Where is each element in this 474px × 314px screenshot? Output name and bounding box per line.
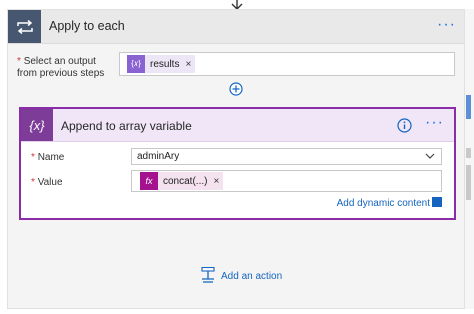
select-output-label: * Select an output from previous steps xyxy=(17,56,104,80)
apply-to-each-header[interactable]: Apply to each ··· xyxy=(8,10,464,44)
select-output-label-line1: Select an output xyxy=(23,56,96,67)
results-token-label: results xyxy=(150,58,180,70)
apply-to-each-title: Apply to each xyxy=(49,19,125,33)
required-marker: * xyxy=(31,177,35,188)
add-step-icon[interactable] xyxy=(229,82,243,96)
concat-token[interactable]: fx concat(...) × xyxy=(140,172,224,190)
value-label: * Value xyxy=(31,177,63,189)
dynamic-content-icon[interactable] xyxy=(432,197,442,207)
scrollbar[interactable] xyxy=(465,9,474,309)
required-marker: * xyxy=(31,152,35,163)
add-dynamic-content-link[interactable]: Add dynamic content xyxy=(337,198,430,209)
expression-token-icon: {𝑥} xyxy=(127,55,145,73)
append-to-array-header[interactable]: {x} Append to array variable ··· xyxy=(21,109,454,142)
name-label: * Name xyxy=(31,152,64,164)
remove-concat-token-icon[interactable]: × xyxy=(213,176,223,187)
select-output-field[interactable]: {𝑥} results × xyxy=(119,52,455,76)
scrollbar-thumb[interactable] xyxy=(466,148,471,158)
concat-token-label: concat(...) xyxy=(163,175,208,187)
remove-results-token-icon[interactable]: × xyxy=(185,59,195,70)
value-label-text: Value xyxy=(37,177,63,188)
chevron-down-icon xyxy=(425,153,435,159)
loop-icon xyxy=(8,10,41,43)
scroll-indicator xyxy=(466,95,471,119)
fx-icon: fx xyxy=(140,172,158,190)
info-icon[interactable] xyxy=(397,118,412,133)
results-token[interactable]: {𝑥} results × xyxy=(127,55,196,73)
required-marker: * xyxy=(17,56,21,67)
name-label-text: Name xyxy=(37,152,65,163)
scrollbar-thumb-lower[interactable] xyxy=(466,165,471,200)
name-dropdown-value: adminAry xyxy=(137,151,180,162)
append-to-array-card: {x} Append to array variable ··· * Name … xyxy=(19,107,456,220)
append-to-array-title: Append to array variable xyxy=(61,119,192,133)
add-action-link[interactable]: Add an action xyxy=(221,271,282,282)
variable-icon: {x} xyxy=(21,109,53,141)
add-action-icon[interactable] xyxy=(200,267,216,283)
inner-more-options-icon[interactable]: ··· xyxy=(425,115,444,131)
select-output-label-line2: from previous steps xyxy=(17,68,105,79)
name-dropdown[interactable]: adminAry xyxy=(131,148,442,165)
value-field[interactable]: fx concat(...) × xyxy=(131,170,442,192)
outer-more-options-icon[interactable]: ··· xyxy=(437,17,456,33)
